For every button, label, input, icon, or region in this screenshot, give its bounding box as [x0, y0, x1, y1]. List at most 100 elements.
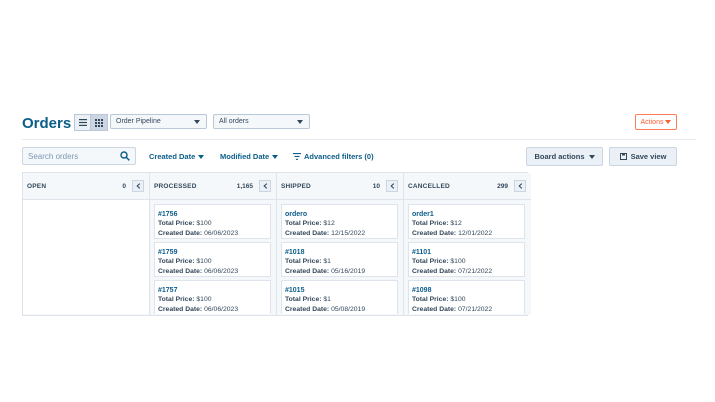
board-view-button[interactable] — [90, 114, 108, 131]
order-id-link[interactable]: #1759 — [158, 248, 270, 257]
pipeline-select[interactable]: Order Pipeline — [110, 114, 207, 129]
chevron-down-icon — [665, 120, 672, 124]
column-body: order1 Total Price: $12 Created Date: 12… — [404, 200, 531, 314]
modified-date-filter[interactable]: Modified Date — [220, 152, 279, 161]
price-value: $12 — [323, 220, 335, 227]
card-date-line: Created Date: 06/06/2023 — [158, 267, 270, 277]
search-icon[interactable] — [120, 151, 130, 161]
collapse-column-button[interactable] — [259, 180, 271, 192]
order-card[interactable]: #1757 Total Price: $100 Created Date: 06… — [154, 280, 271, 314]
card-date-line: Created Date: 07/21/2022 — [412, 267, 524, 277]
created-date-filter[interactable]: Created Date — [149, 152, 205, 161]
order-card[interactable]: #1756 Total Price: $100 Created Date: 06… — [154, 204, 271, 239]
chevron-left-icon — [517, 183, 522, 189]
list-icon — [79, 119, 87, 126]
date-label: Created Date: — [285, 306, 330, 313]
order-id-link[interactable]: #1101 — [412, 248, 524, 257]
card-price-line: Total Price: $12 — [412, 219, 524, 229]
date-value: 07/21/2022 — [458, 268, 493, 275]
card-date-line: Created Date: 06/06/2023 — [158, 305, 270, 314]
filter-lines-icon — [293, 153, 301, 160]
price-value: $100 — [196, 296, 212, 303]
price-value: $100 — [450, 296, 466, 303]
order-card[interactable]: order1 Total Price: $12 Created Date: 12… — [408, 204, 525, 239]
collapse-column-button[interactable] — [514, 180, 526, 192]
page-title-text: Orders — [22, 115, 72, 132]
date-value: 05/16/2019 — [331, 268, 366, 275]
save-view-button[interactable]: Save view — [609, 147, 677, 166]
collapse-column-button[interactable] — [386, 180, 398, 192]
view-select[interactable]: All orders — [213, 114, 310, 129]
view-select-value: All orders — [219, 118, 249, 125]
order-card[interactable]: ordero Total Price: $12 Created Date: 12… — [281, 204, 398, 239]
date-label: Created Date: — [158, 230, 203, 237]
column-name: SHIPPED — [281, 182, 311, 190]
price-value: $1 — [323, 258, 331, 265]
order-id-link[interactable]: ordero — [285, 210, 397, 219]
card-date-line: Created Date: 12/01/2022 — [412, 229, 524, 239]
order-card[interactable]: #1098 Total Price: $100 Created Date: 07… — [408, 280, 525, 314]
date-value: 07/21/2022 — [458, 306, 493, 313]
column-header: CANCELLED 299 — [404, 173, 531, 200]
price-label: Total Price: — [412, 220, 449, 227]
date-value: 06/06/2023 — [204, 306, 239, 313]
order-card[interactable]: #1015 Total Price: $1 Created Date: 05/0… — [281, 280, 398, 314]
card-price-line: Total Price: $100 — [158, 295, 270, 305]
card-price-line: Total Price: $12 — [285, 219, 397, 229]
date-label: Created Date: — [412, 268, 457, 275]
column-count: 0 — [122, 182, 126, 190]
modified-date-filter-label: Modified Date — [220, 152, 270, 161]
search-input[interactable] — [28, 150, 116, 162]
advanced-filters-label: Advanced filters (0) — [304, 152, 374, 161]
order-id-link[interactable]: order1 — [412, 210, 524, 219]
header-divider — [22, 139, 696, 140]
price-value: $100 — [196, 258, 212, 265]
order-id-link[interactable]: #1018 — [285, 248, 397, 257]
chevron-left-icon — [389, 183, 394, 189]
actions-button[interactable]: Actions — [635, 114, 677, 130]
chevron-down-icon — [194, 119, 200, 124]
date-label: Created Date: — [285, 268, 330, 275]
date-value: 05/08/2019 — [331, 306, 366, 313]
chevron-left-icon — [135, 183, 140, 189]
price-value: $12 — [450, 220, 462, 227]
card-price-line: Total Price: $100 — [412, 295, 524, 305]
price-label: Total Price: — [412, 258, 449, 265]
order-id-link[interactable]: #1757 — [158, 286, 270, 295]
date-label: Created Date: — [158, 268, 203, 275]
chevron-down-icon — [297, 119, 303, 124]
column-name: OPEN — [27, 182, 47, 190]
date-label: Created Date: — [412, 230, 457, 237]
grid-icon — [95, 118, 103, 127]
column-header: SHIPPED 10 — [277, 173, 403, 200]
page-title[interactable]: Orders — [22, 115, 82, 132]
order-card[interactable]: #1101 Total Price: $100 Created Date: 07… — [408, 242, 525, 277]
column-body: #1756 Total Price: $100 Created Date: 06… — [150, 200, 276, 314]
date-label: Created Date: — [285, 230, 330, 237]
order-card[interactable]: #1018 Total Price: $1 Created Date: 05/1… — [281, 242, 398, 277]
order-id-link[interactable]: #1756 — [158, 210, 270, 219]
price-value: $1 — [323, 296, 331, 303]
board-column-shipped: SHIPPED 10 ordero Total Price: $12 Creat… — [277, 173, 404, 315]
board-actions-button[interactable]: Board actions — [526, 147, 603, 166]
card-price-line: Total Price: $100 — [412, 257, 524, 267]
order-id-link[interactable]: #1098 — [412, 286, 524, 295]
advanced-filters-button[interactable]: Advanced filters (0) — [293, 152, 374, 161]
card-date-line: Created Date: 05/16/2019 — [285, 267, 397, 277]
column-header: PROCESSED 1,165 — [150, 173, 276, 200]
date-label: Created Date: — [158, 306, 203, 313]
order-card[interactable]: #1759 Total Price: $100 Created Date: 06… — [154, 242, 271, 277]
board-column-processed: PROCESSED 1,165 #1756 Total Price: $100 … — [150, 173, 277, 315]
search-box[interactable] — [22, 147, 136, 165]
column-body — [23, 200, 149, 314]
date-label: Created Date: — [412, 306, 457, 313]
column-count: 299 — [497, 182, 508, 190]
actions-label: Actions — [640, 118, 664, 126]
date-value: 06/06/2023 — [204, 268, 239, 275]
column-count: 10 — [372, 182, 380, 190]
order-id-link[interactable]: #1015 — [285, 286, 397, 295]
collapse-column-button[interactable] — [132, 180, 144, 192]
board-column-open: OPEN 0 — [23, 173, 150, 315]
column-name: CANCELLED — [408, 182, 450, 190]
chevron-down-icon — [272, 154, 279, 159]
